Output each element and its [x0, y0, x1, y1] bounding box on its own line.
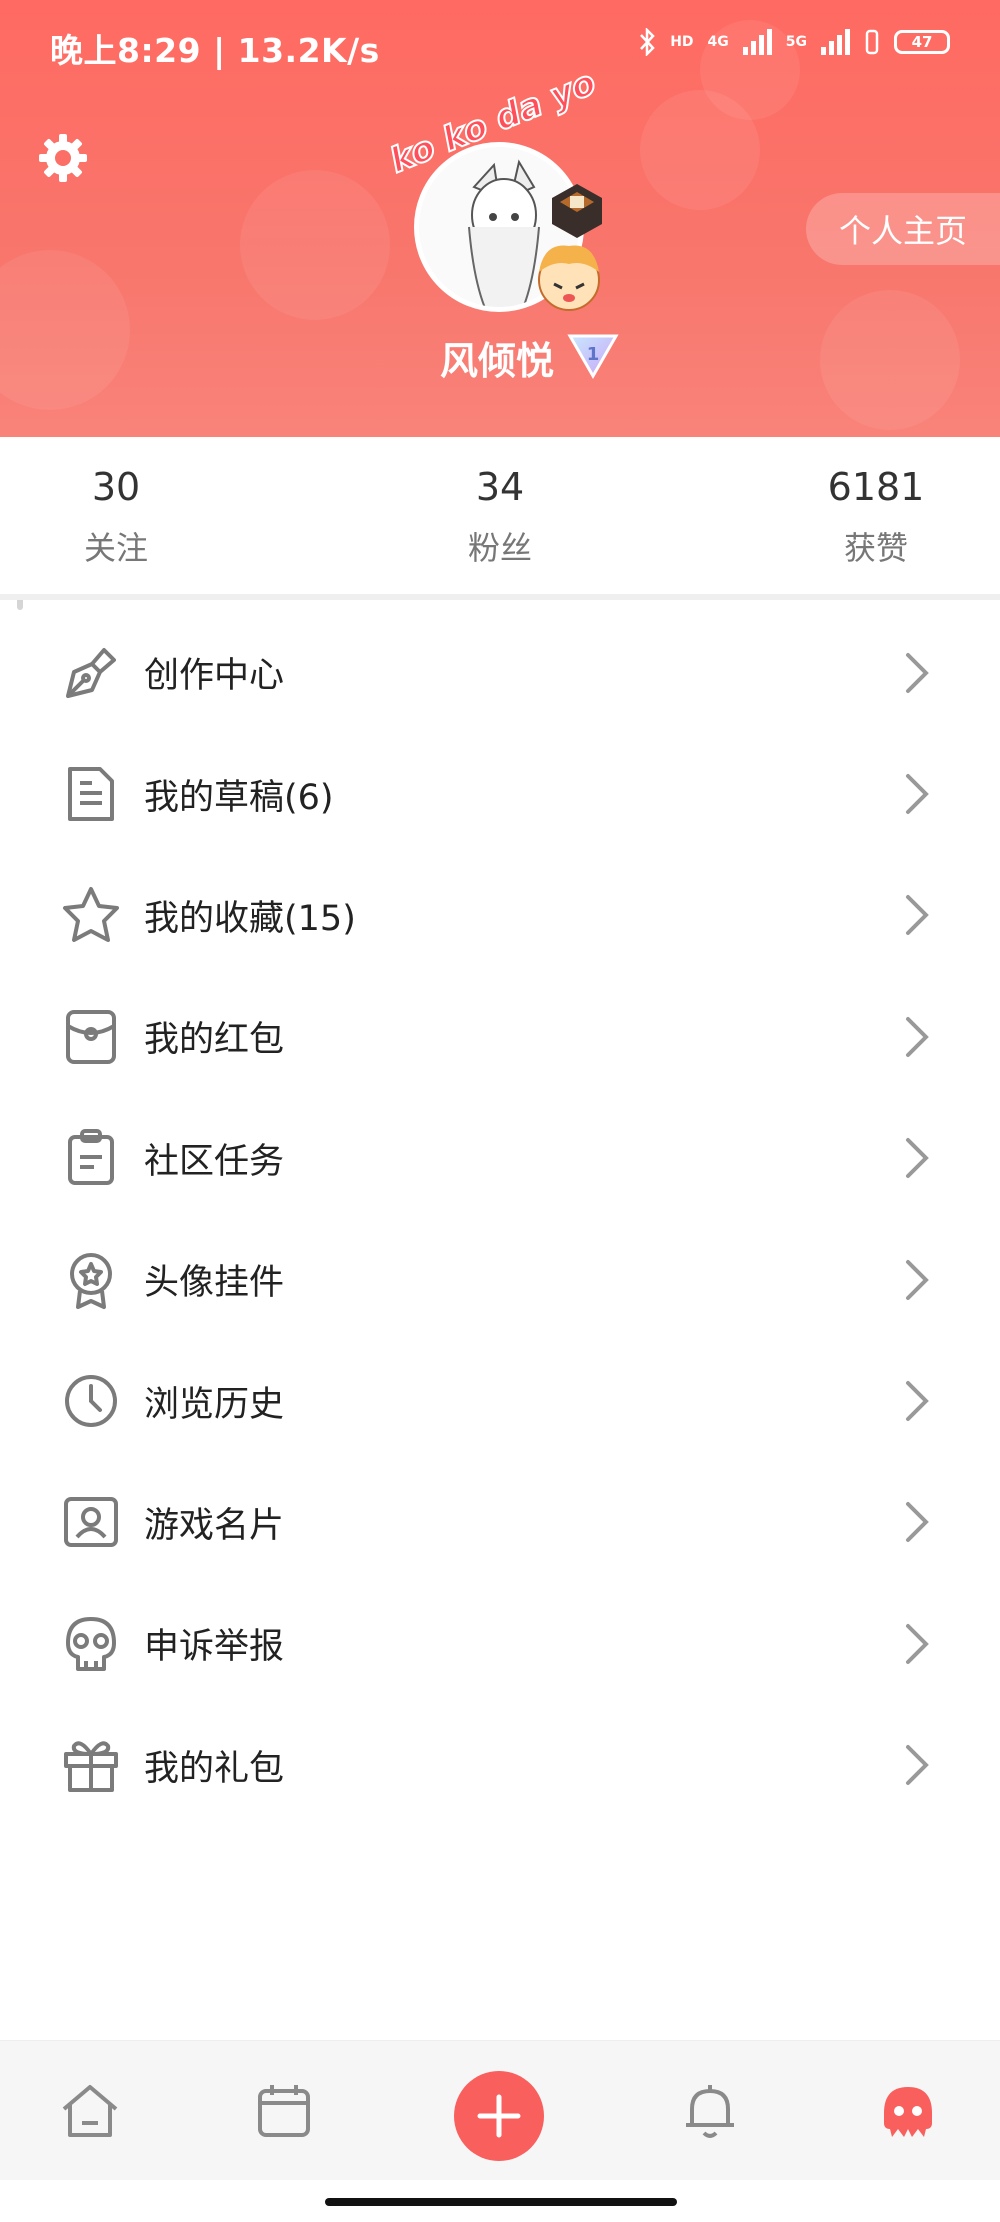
menu-item-drafts[interactable]: 我的草稿(6): [0, 733, 1000, 854]
bell-icon[interactable]: [678, 2079, 742, 2143]
personal-homepage-button[interactable]: 个人主页: [806, 193, 1000, 265]
signal-bars-icon: [742, 29, 772, 55]
clock-icon: [65, 1375, 117, 1428]
network-4g-label: 4G: [707, 34, 729, 50]
menu-item-avatar-frames[interactable]: 头像挂件: [0, 1219, 1000, 1340]
signal-bars-icon: [821, 29, 850, 55]
stat-value: 6181: [827, 465, 925, 509]
background-decoration: [240, 170, 390, 320]
settings-button[interactable]: [35, 130, 91, 186]
add-icon: [477, 2094, 521, 2138]
background-decoration: [820, 290, 960, 430]
menu-item-label: 游戏名片: [144, 1505, 285, 1546]
menu-list: 创作中心 我的草稿(6) 我的收藏(15) 我的红包 社区任务 头像挂件 浏览历…: [0, 612, 1000, 1826]
chevron-right-icon: [906, 1381, 929, 1422]
gift-icon: [64, 1741, 118, 1793]
stat-label: 获赞: [843, 529, 908, 567]
bottom-navigation: [0, 2040, 1000, 2180]
network-5g-label: 5G: [785, 34, 807, 50]
menu-item-community-tasks[interactable]: 社区任务: [0, 1098, 1000, 1219]
avatar-with-frame[interactable]: ko ko da yo: [383, 62, 624, 332]
battery-icon: 47: [894, 30, 950, 54]
level-badge-icon: 1: [567, 334, 619, 380]
menu-item-label: 头像挂件: [144, 1263, 285, 1304]
chevron-right-icon: [906, 1138, 929, 1179]
chevron-right-icon: [906, 1623, 929, 1664]
document-icon: [68, 767, 114, 822]
chevron-right-icon: [906, 1745, 929, 1786]
stat-label: 关注: [83, 529, 148, 567]
gear-icon: [39, 134, 87, 182]
add-post-button[interactable]: [454, 2071, 544, 2161]
menu-item-red-packets[interactable]: 我的红包: [0, 976, 1000, 1097]
hd-label: HD: [670, 34, 694, 50]
menu-item-label: 创作中心: [144, 656, 285, 697]
section-divider: [0, 594, 1000, 600]
menu-item-game-card[interactable]: 游戏名片: [0, 1462, 1000, 1583]
pen-icon: [66, 647, 116, 698]
chevron-right-icon: [906, 1259, 929, 1300]
status-time-speed: 晚上8:29 | 13.2K/s: [50, 31, 380, 70]
status-icons: HD 4G 5G 47: [638, 28, 950, 56]
menu-item-label: 申诉举报: [144, 1627, 285, 1668]
id-card-icon: [64, 1497, 118, 1548]
menu-item-browsing-history[interactable]: 浏览历史: [0, 1340, 1000, 1461]
chevron-right-icon: [906, 895, 929, 936]
stat-following[interactable]: 30 关注: [16, 465, 216, 569]
menu-item-label: 我的收藏(15): [144, 898, 356, 939]
stat-label: 粉丝: [467, 529, 532, 567]
stat-value: 30: [91, 465, 141, 509]
chibi-character-icon: [538, 245, 600, 311]
skull-icon: [66, 1616, 116, 1671]
chevron-right-icon: [906, 1016, 929, 1057]
menu-item-gift-packs[interactable]: 我的礼包: [0, 1705, 1000, 1826]
menu-item-label: 我的草稿(6): [144, 777, 334, 818]
stat-fans[interactable]: 34 粉丝: [400, 465, 600, 569]
calendar-icon[interactable]: [252, 2079, 316, 2143]
clipboard-icon: [68, 1129, 114, 1186]
chevron-right-icon: [906, 774, 929, 815]
stat-likes[interactable]: 6181 获赞: [776, 465, 976, 569]
status-bar: 晚上8:29 | 13.2K/s HD 4G 5G 47: [0, 0, 1000, 92]
background-decoration: [0, 250, 130, 410]
chevron-right-icon: [906, 652, 929, 693]
level-number: 1: [587, 344, 600, 365]
menu-item-label: 社区任务: [144, 1141, 285, 1182]
profile-octopus-icon[interactable]: [876, 2079, 940, 2143]
menu-item-label: 我的红包: [144, 1020, 285, 1061]
stat-value: 34: [475, 465, 525, 509]
home-indicator[interactable]: [325, 2198, 677, 2206]
menu-item-creation-center[interactable]: 创作中心: [0, 612, 1000, 733]
badge-icon: [70, 1252, 112, 1309]
vibrate-icon: [865, 29, 879, 55]
home-icon[interactable]: [58, 2079, 122, 2143]
menu-item-appeal-report[interactable]: 申诉举报: [0, 1583, 1000, 1704]
red-packet-icon: [66, 1009, 116, 1064]
menu-item-label: 浏览历史: [144, 1384, 285, 1425]
chevron-right-icon: [906, 1502, 929, 1543]
menu-item-label: 我的礼包: [144, 1748, 285, 1789]
stats-row: 30 关注 34 粉丝 6181 获赞: [0, 437, 1000, 597]
profile-header: 晚上8:29 | 13.2K/s HD 4G 5G 47 个人主页 ko ko …: [0, 0, 1000, 437]
star-icon: [63, 887, 119, 943]
username: 风倾悦: [440, 339, 555, 383]
menu-item-favorites[interactable]: 我的收藏(15): [0, 855, 1000, 976]
bluetooth-icon: [640, 28, 655, 56]
